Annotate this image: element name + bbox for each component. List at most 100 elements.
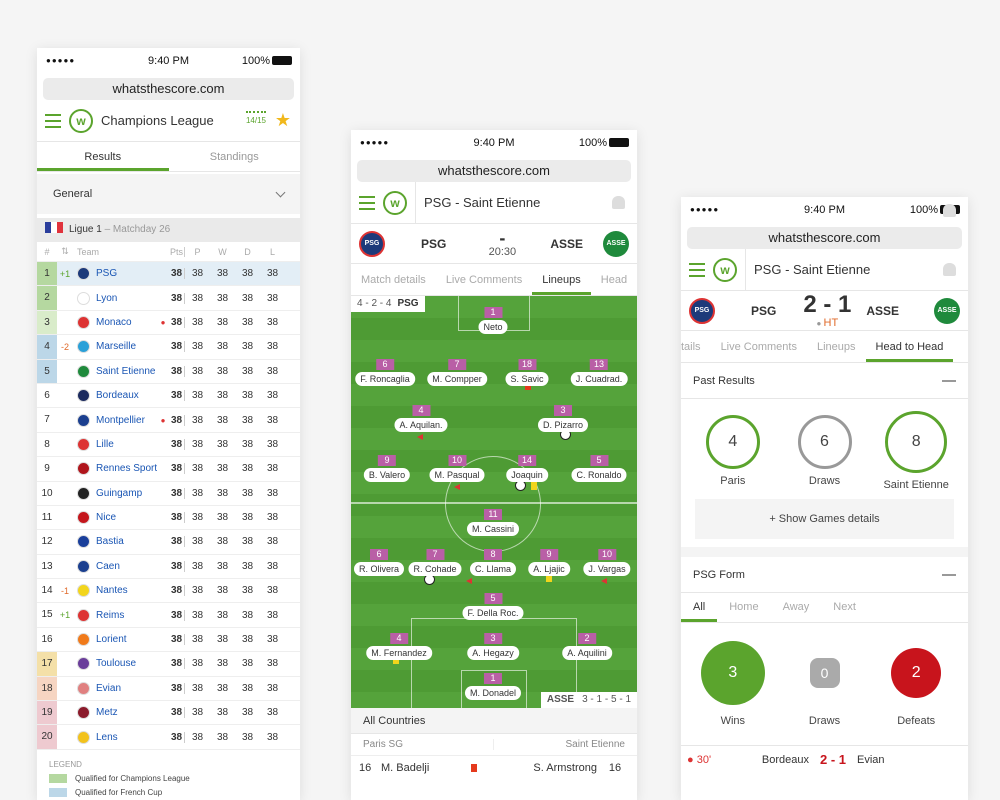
table-row[interactable]: 9 Rennes Sport... 38 38 38 38 38 <box>37 457 300 482</box>
row-team[interactable]: Evian <box>73 681 157 695</box>
player-marker[interactable]: 3 D. Pizarro <box>537 400 589 432</box>
tab-lineups[interactable]: Lineups <box>532 264 591 295</box>
bell-icon[interactable] <box>943 204 956 217</box>
row-team[interactable]: Reims <box>73 608 157 622</box>
row-team[interactable]: Nice <box>73 511 157 525</box>
player-marker[interactable]: 7 R. Cohade <box>408 544 462 576</box>
player-marker[interactable]: 9 A. Ljajic <box>528 544 570 576</box>
row-team[interactable]: Lyon <box>73 291 157 305</box>
row-team[interactable]: Monaco <box>73 315 157 329</box>
row-team[interactable]: Caen <box>73 559 157 573</box>
player-marker[interactable]: 6 F. Roncaglia <box>355 354 415 386</box>
tab-standings[interactable]: Standings <box>169 142 301 171</box>
player-marker[interactable]: 4 A. Aquilan. <box>394 400 448 432</box>
table-row[interactable]: 14 -1 Nantes 38 38 38 38 38 <box>37 579 300 604</box>
app-logo[interactable]: w <box>69 108 93 133</box>
url-bar[interactable]: whatsthescore.com <box>43 78 294 100</box>
url-bar[interactable]: whatsthescore.com <box>687 227 962 249</box>
app-logo[interactable]: w <box>713 257 737 282</box>
row-team[interactable]: Montpellier <box>73 413 157 427</box>
tab-away[interactable]: Away <box>771 593 822 622</box>
table-row[interactable]: 1 +1 PSG 38 38 38 38 38 <box>37 262 300 287</box>
row-team[interactable]: Lorient <box>73 633 157 647</box>
table-row[interactable]: 17 Toulouse 38 38 38 38 38 <box>37 652 300 677</box>
player-marker[interactable]: 13 J. Cuadrad. <box>570 354 628 386</box>
row-team[interactable]: Guingamp <box>73 486 157 500</box>
row-team[interactable]: Saint Etienne <box>73 364 157 378</box>
menu-icon[interactable] <box>689 262 705 277</box>
filter-dropdown[interactable]: General <box>37 174 300 214</box>
bell-icon[interactable] <box>943 263 956 276</box>
table-row[interactable]: 6 Bordeaux 38 38 38 38 38 <box>37 384 300 409</box>
table-row[interactable]: 5 Saint Etienne 38 38 38 38 38 <box>37 359 300 384</box>
player-marker[interactable]: 5 F. Della Roc. <box>462 588 524 620</box>
menu-icon[interactable] <box>359 195 375 210</box>
player-marker[interactable]: 11 M. Cassini <box>466 504 520 536</box>
tab-lineups[interactable]: Lineups <box>807 331 866 362</box>
table-row[interactable]: 12 Bastia 38 38 38 38 38 <box>37 530 300 555</box>
tab-match-details[interactable]: tails <box>681 331 711 362</box>
tab-head-to-head[interactable]: Head to Head <box>865 331 954 362</box>
past-results-header[interactable]: Past Results <box>681 363 968 399</box>
row-team[interactable]: Metz <box>73 706 157 720</box>
row-team[interactable]: PSG <box>73 267 157 281</box>
tab-home[interactable]: Home <box>717 593 770 622</box>
player-marker[interactable]: 5 C. Ronaldo <box>571 450 627 482</box>
tab-live-comments[interactable]: Live Comments <box>436 264 532 295</box>
table-row[interactable]: 18 Evian 38 38 38 38 38 <box>37 676 300 702</box>
player-marker[interactable]: 10 J. Vargas <box>583 544 631 576</box>
app-logo[interactable]: w <box>383 190 407 215</box>
calendar-icon[interactable]: 14/15 <box>245 111 266 125</box>
table-row[interactable]: 15 +1 Reims 38 38 38 38 38 <box>37 603 300 628</box>
table-row[interactable]: 3 Monaco ● 38 38 38 38 38 <box>37 310 300 336</box>
row-team[interactable]: Bastia <box>73 535 157 549</box>
row-played: 38 <box>191 414 204 426</box>
player-marker[interactable]: 7 M. Compper <box>427 354 487 386</box>
tab-all[interactable]: All <box>681 593 718 622</box>
table-row[interactable]: 4 -2 Marseille 38 38 38 38 38 <box>37 335 300 360</box>
menu-icon[interactable] <box>45 113 61 128</box>
collapse-icon[interactable] <box>942 380 956 382</box>
row-team[interactable]: Marseille <box>73 340 157 354</box>
row-team[interactable]: Lens <box>73 730 157 744</box>
table-row[interactable]: 13 Caen 38 38 38 38 38 <box>37 555 300 580</box>
show-games-details-button[interactable]: + Show Games details <box>695 499 954 539</box>
tab-live-comments[interactable]: Live Comments <box>711 331 807 362</box>
tab-head-to-head[interactable]: Head <box>591 264 637 295</box>
player-marker[interactable]: 2 A. Aquilini <box>562 628 612 660</box>
table-row[interactable]: 7 Montpellier ● 38 38 38 38 38 <box>37 408 300 433</box>
tab-match-details[interactable]: Match details <box>351 264 436 295</box>
url-bar[interactable]: whatsthescore.com <box>357 160 631 182</box>
form-header[interactable]: PSG Form <box>681 557 968 593</box>
table-row[interactable]: 16 Lorient 38 38 38 38 38 <box>37 628 300 653</box>
recent-match-row[interactable]: ● 30' Bordeaux 2 - 1 Evian <box>681 204 968 773</box>
row-team[interactable]: Nantes <box>73 584 157 598</box>
player-marker[interactable]: 1 M. Donadel <box>464 668 522 700</box>
row-team[interactable]: Lille <box>73 437 157 451</box>
player-name: M. Pasqual <box>429 468 485 482</box>
row-team[interactable]: Bordeaux <box>73 389 157 403</box>
table-row[interactable]: 2 Lyon 38 38 38 38 38 <box>37 286 300 311</box>
star-icon[interactable]: ★ <box>275 110 291 131</box>
player-marker[interactable]: 1 Neto <box>478 302 508 334</box>
table-row[interactable]: 8 Lille 38 38 38 38 38 <box>37 433 300 458</box>
player-marker[interactable]: 10 M. Pasqual <box>429 450 485 482</box>
player-number: 1 <box>484 673 502 684</box>
table-row[interactable]: 20 Lens 38 38 38 38 38 <box>37 725 300 750</box>
table-row[interactable]: 10 Guingamp 38 38 38 38 38 <box>37 482 300 506</box>
tab-next[interactable]: Next <box>821 593 868 622</box>
player-marker[interactable]: 8 C. Llama <box>469 544 517 576</box>
player-marker[interactable]: 18 S. Savic <box>505 354 549 386</box>
player-marker[interactable]: 14 Joaquin <box>506 450 548 482</box>
row-team[interactable]: Rennes Sport... <box>73 462 157 476</box>
row-team[interactable]: Toulouse <box>73 657 157 671</box>
table-row[interactable]: 19 Metz 38 38 38 38 38 <box>37 701 300 726</box>
player-marker[interactable]: 4 M. Fernandez <box>366 628 432 660</box>
player-marker[interactable]: 3 A. Hegazy <box>467 628 519 660</box>
player-marker[interactable]: 9 B. Valero <box>363 450 411 482</box>
player-marker[interactable]: 6 R. Olivera <box>353 544 405 576</box>
tab-results[interactable]: Results <box>37 142 169 171</box>
table-row[interactable]: 11 Nice 38 38 38 38 38 <box>37 506 300 531</box>
bell-icon[interactable] <box>612 196 625 209</box>
collapse-icon[interactable] <box>942 574 956 576</box>
